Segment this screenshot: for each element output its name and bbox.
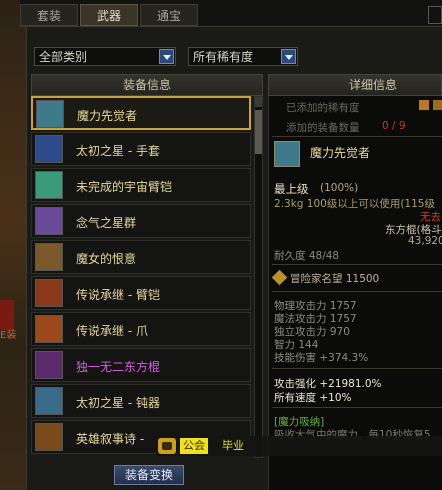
detail-info-header: 详细信息: [268, 74, 442, 96]
divider: [272, 407, 442, 408]
window-corner: [428, 6, 442, 24]
item-name: 太初之星 - 钝器: [76, 396, 160, 410]
equipment-icon: [35, 207, 63, 235]
item-name: 未完成的宇宙臂铠: [76, 180, 173, 194]
tab-bar: 套装 武器 通宝: [20, 0, 442, 27]
swap-equipment-button[interactable]: 装备变换: [114, 465, 184, 485]
rarity-swatch: [433, 100, 442, 110]
equipment-list: 魔力先觉者太初之星 - 手套 未完成的宇宙臂铠 念气之星群魔女的恨意传说承继 - 臂…: [31, 96, 253, 458]
list-item[interactable]: 太初之星 - 手套: [31, 132, 251, 166]
list-item[interactable]: 魔女的恨意: [31, 240, 251, 274]
equipment-icon: [35, 423, 63, 451]
list-item[interactable]: 念气之星群: [31, 204, 251, 238]
chevron-down-icon[interactable]: [159, 49, 174, 64]
divider: [272, 136, 442, 137]
stat-line: 技能伤害 +374.3%: [274, 352, 369, 364]
tab-set[interactable]: 套装: [20, 4, 78, 26]
tab-tongbao[interactable]: 通宝: [140, 4, 198, 26]
equipment-info-header: 装备信息: [31, 74, 263, 96]
move-speed: 所有速度 +10%: [274, 392, 352, 404]
equipment-icon: [36, 100, 64, 128]
rarity-dropdown[interactable]: 所有稀有度: [188, 47, 298, 66]
weight-level-line: 2.3kg 100级以上可以使用(115级: [274, 198, 435, 210]
item-name: 魔女的恨意: [76, 252, 137, 266]
chevron-down-icon[interactable]: [281, 49, 296, 64]
background-text: E装: [0, 330, 17, 341]
equipment-icon: [35, 243, 63, 271]
detail-item-name: 魔力先觉者: [310, 146, 371, 160]
item-name: 传说承继 - 爪: [76, 324, 148, 338]
equip-count-label: 添加的装备数量: [286, 122, 360, 134]
equipment-icon: [35, 315, 63, 343]
item-price: 43,920: [408, 235, 442, 247]
rarity-value: 所有稀有度: [193, 50, 254, 64]
category-dropdown[interactable]: 全部类别: [34, 47, 176, 66]
rarity-added-label: 已添加的稀有度: [286, 102, 360, 114]
equip-count-value: 0 / 9: [382, 120, 406, 132]
list-item[interactable]: 传说承继 - 爪: [31, 312, 251, 346]
equipment-icon: [35, 135, 63, 163]
category-value: 全部类别: [39, 50, 88, 64]
guild-tag: 公会: [180, 438, 208, 454]
item-name: 英雄叙事诗 -: [76, 432, 145, 446]
staff-icon: [274, 141, 300, 167]
durability: 耐久度 48/48: [274, 250, 340, 262]
scrollbar-thumb[interactable]: [255, 110, 262, 154]
list-item[interactable]: 魔力先觉者: [31, 96, 251, 130]
tab-weapon[interactable]: 武器: [80, 4, 138, 26]
equipment-icon: [35, 387, 63, 415]
attack-boost: 攻击强化 +21981.0%: [274, 378, 382, 390]
item-name: 魔力先觉者: [77, 109, 138, 123]
equipment-icon: [35, 279, 63, 307]
equipment-icon: [35, 171, 63, 199]
list-item[interactable]: 独一无二东方棍: [31, 348, 251, 382]
reputation: 冒险家名望 11500: [290, 273, 380, 285]
guild-icon: [158, 438, 176, 454]
divider: [272, 368, 442, 369]
item-name: 独一无二东方棍: [76, 360, 161, 374]
rarity-swatch: [419, 100, 429, 110]
scroll-up-arrow-icon[interactable]: [255, 97, 262, 107]
list-item[interactable]: 传说承继 - 臂铠: [31, 276, 251, 310]
guild-player-name[interactable]: 毕业: [222, 438, 244, 454]
list-item[interactable]: 太初之星 - 钝器: [31, 384, 251, 418]
grade-label: 最上级: [274, 182, 309, 196]
item-name: 念气之星群: [76, 216, 137, 230]
item-name: 传说承继 - 臂铠: [76, 288, 160, 302]
equipment-icon: [35, 351, 63, 379]
item-name: 太初之星 - 手套: [76, 144, 160, 158]
list-item[interactable]: 未完成的宇宙臂铠: [31, 168, 251, 202]
divider: [272, 291, 442, 292]
divider: [272, 264, 442, 265]
grade-percent: (100%): [320, 182, 359, 194]
